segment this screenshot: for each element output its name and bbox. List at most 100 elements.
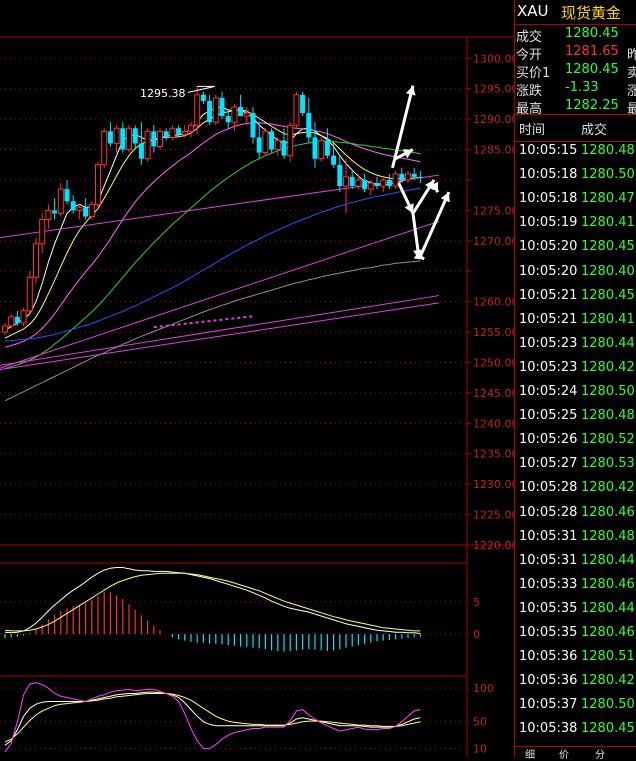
tick-row[interactable]: 10:05:28 1280.46 <box>515 505 636 529</box>
tick-time: 10:05:24 <box>519 384 578 399</box>
candle-body <box>225 116 231 123</box>
quote-row-value: 1281.65 <box>565 44 619 59</box>
tick-time: 10:05:19 <box>519 215 578 231</box>
candle-body <box>238 106 244 117</box>
tick-price: 1280.42 <box>581 480 635 496</box>
candle-body <box>14 316 20 323</box>
trend-line-3 <box>0 302 440 371</box>
quote-row-value: 1280.45 <box>565 62 619 77</box>
candle-body <box>132 128 138 144</box>
tab-detail[interactable]: 细 <box>525 746 535 761</box>
tab-price[interactable]: 价 <box>559 746 569 761</box>
tick-row[interactable]: 10:05:19 1280.41 <box>515 215 636 239</box>
tick-row[interactable]: 10:05:18 1280.50 <box>515 167 636 191</box>
candle-body <box>231 106 238 123</box>
tick-row[interactable]: 10:05:33 1280.46 <box>515 577 636 601</box>
tick-price: 1280.44 <box>581 552 635 568</box>
tick-time: 10:05:21 <box>519 311 578 327</box>
tick-row[interactable]: 10:05:27 1280.53 <box>515 456 636 480</box>
trend-line-1 <box>0 220 440 369</box>
tick-row[interactable]: 10:05:20 1280.45 <box>515 239 636 263</box>
tick-row[interactable]: 10:05:35 1280.44 <box>515 601 636 625</box>
candle-body <box>243 112 250 117</box>
kdj-k-line <box>4 691 421 746</box>
tick-price: 1280.42 <box>581 359 635 375</box>
kdj-d-line <box>4 693 421 743</box>
quote-row-value: 1280.45 <box>565 26 619 41</box>
candle-body <box>88 203 95 217</box>
candle-body <box>300 94 306 114</box>
candle-body <box>312 137 318 159</box>
tick-row[interactable]: 10:05:21 1280.41 <box>515 312 636 336</box>
axis-tick-label: 1290.00 <box>473 113 514 126</box>
tick-row[interactable]: 10:05:23 1280.44 <box>515 336 636 360</box>
tick-row[interactable]: 10:05:18 1280.47 <box>515 191 636 215</box>
ticks-header-price: 成交 <box>581 123 608 138</box>
high-annotation-label: 1295.38 <box>140 87 186 100</box>
candle-body <box>138 143 144 159</box>
tick-time: 10:05:20 <box>519 239 578 255</box>
tick-row[interactable]: 10:05:21 1280.45 <box>515 288 636 312</box>
tick-row[interactable]: 10:05:31 1280.48 <box>515 529 636 553</box>
candle-body <box>269 131 275 150</box>
tick-price: 1280.41 <box>581 311 635 327</box>
tick-row[interactable]: 10:05:36 1280.42 <box>515 673 636 697</box>
quote-row: 买价1 1280.45 卖 <box>515 62 636 81</box>
tick-row[interactable]: 10:05:25 1280.48 <box>515 408 636 432</box>
moving-averages <box>4 106 421 402</box>
footer-tabs: 细 价 分 <box>515 746 636 761</box>
candle-body <box>45 209 52 221</box>
tick-row[interactable]: 10:05:26 1280.52 <box>515 432 636 456</box>
tick-row[interactable]: 10:05:35 1280.46 <box>515 625 636 649</box>
candle-body <box>386 179 392 187</box>
tick-price: 1280.41 <box>581 215 635 231</box>
candle-body <box>349 176 355 187</box>
tick-price: 1280.51 <box>581 649 635 665</box>
chart-area[interactable]: 50 1005010 1300.001295.001290.001285.001… <box>0 0 514 757</box>
candle-body <box>188 124 194 132</box>
tick-row[interactable]: 10:05:15 1280.48 <box>515 143 636 167</box>
tick-row[interactable]: 10:05:31 1280.44 <box>515 553 636 577</box>
candle-body <box>176 128 182 135</box>
tick-row[interactable]: 10:05:20 1280.40 <box>515 264 636 288</box>
tick-row[interactable]: 10:05:38 1280.45 <box>515 721 636 745</box>
instrument-name: 现货黄金 <box>561 4 622 22</box>
tick-time: 10:05:25 <box>519 408 578 424</box>
tick-row[interactable]: 10:05:23 1280.42 <box>515 360 636 384</box>
trend-lines <box>0 174 440 371</box>
candle-body <box>194 94 201 126</box>
tick-time: 10:05:18 <box>519 191 578 207</box>
candle-body <box>57 188 64 214</box>
candle-body <box>113 127 120 144</box>
tick-time: 10:05:21 <box>519 287 578 303</box>
tick-price: 1280.53 <box>581 456 635 472</box>
quote-row: 今开 1281.65 昨 <box>515 44 636 63</box>
axis-tick-label: 1230.00 <box>473 478 514 491</box>
candle-body <box>343 176 349 187</box>
quote-row-extra: 涨 <box>627 84 636 99</box>
tick-row[interactable]: 10:05:37 1280.50 <box>515 697 636 721</box>
candle-body <box>262 130 269 154</box>
candle-body <box>120 128 126 150</box>
tick-time: 10:05:35 <box>519 625 578 640</box>
tab-minute[interactable]: 分 <box>595 746 605 761</box>
quote-row-extra: 昨 <box>627 48 636 63</box>
candle-body <box>256 137 262 153</box>
candle-body <box>95 164 101 205</box>
axis-tick-label: 1260.00 <box>473 296 514 309</box>
candle-body <box>207 100 213 123</box>
macd-tick-label: 5 <box>473 596 480 609</box>
quote-row-label: 买价1 <box>516 66 551 81</box>
tick-time: 10:05:38 <box>519 721 578 737</box>
candle-body <box>126 127 132 151</box>
tick-time: 10:05:31 <box>519 528 578 544</box>
candle-body <box>157 130 163 148</box>
tick-row[interactable]: 10:05:28 1280.42 <box>515 480 636 504</box>
candle-body <box>331 155 337 165</box>
tick-row[interactable]: 10:05:36 1280.51 <box>515 649 636 673</box>
tick-time: 10:05:23 <box>519 335 578 351</box>
candle-body <box>212 97 219 123</box>
candle-body <box>39 219 46 245</box>
candle-body <box>219 97 225 117</box>
tick-row[interactable]: 10:05:24 1280.50 <box>515 384 636 408</box>
